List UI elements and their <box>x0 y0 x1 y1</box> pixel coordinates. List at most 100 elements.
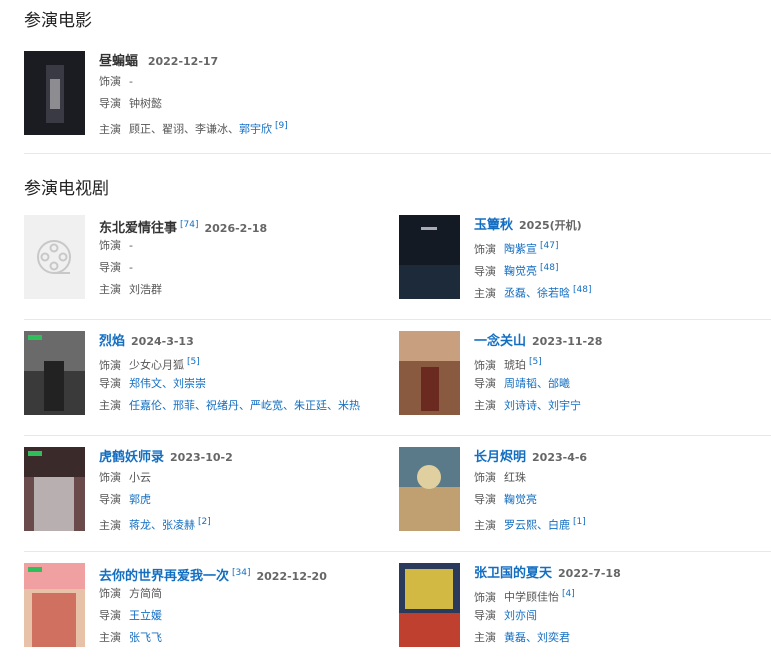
tv-date: 2022-7-18 <box>558 567 621 580</box>
role-value: 琥珀 <box>504 358 526 372</box>
cast-link[interactable]: 郭宇欣 <box>239 123 272 136</box>
director-link[interactable]: 王立媛 <box>129 609 162 622</box>
tv-date: 2023-11-28 <box>532 335 603 348</box>
movie-item: 昼蝙蝠 2022-12-17 饰演 - 导演 钟树懿 主演 顾正、翟诩、李谦冰、郭宇欣… <box>24 51 394 136</box>
tv-item: 一念关山 2023-11-28 饰演 琥珀 [5] 导演 周靖韬、邰曦 主演 刘诗诗、刘宇… <box>399 331 769 415</box>
director-label: 导演 <box>474 609 496 622</box>
cast-label: 主演 <box>474 631 496 644</box>
cast-value: 刘浩群 <box>129 283 162 296</box>
director-ref[interactable]: [48] <box>540 263 558 273</box>
role-ref[interactable]: [47] <box>540 241 558 251</box>
tv-date: 2023-10-2 <box>170 451 233 464</box>
role-value: - <box>129 75 133 88</box>
tv-title[interactable]: 烈焰 <box>99 334 125 349</box>
tv-item: 去你的世界再爱我一次 [34] 2022-12-20 饰演 方简简 导演 王立媛 主演张… <box>24 563 394 647</box>
role-value: 少女心月狐 <box>129 358 184 372</box>
cast-label: 主演 <box>99 631 121 644</box>
director-link[interactable]: 郭虎 <box>129 493 151 506</box>
role-value: - <box>129 239 133 252</box>
tv-item: 长月烬明 2023-4-6 饰演 红珠 导演 鞠觉亮 主演 罗云熙、白鹿 [1] <box>399 447 769 532</box>
role-label: 饰演 <box>99 75 121 88</box>
director-label: 导演 <box>99 261 121 274</box>
role-value: 小云 <box>129 471 151 484</box>
cast-link[interactable]: 丞磊、徐若晗 <box>504 287 570 300</box>
role-value: 红珠 <box>504 471 526 484</box>
tv-title[interactable]: 一念关山 <box>474 334 526 349</box>
director-link[interactable]: 鞠觉亮 <box>504 493 537 506</box>
director-link[interactable]: 刘亦闯 <box>504 609 537 622</box>
tv-poster[interactable] <box>24 563 85 647</box>
cast-ref[interactable]: [9] <box>275 121 288 131</box>
role-value: 方简简 <box>129 587 162 600</box>
tv-poster[interactable] <box>399 447 460 531</box>
tv-title[interactable]: 虎鹤妖师录 <box>99 450 164 465</box>
cast-ref[interactable]: [1] <box>573 517 586 527</box>
director-value: - <box>129 261 133 274</box>
divider <box>24 153 771 154</box>
divider <box>24 435 771 436</box>
director-label: 导演 <box>99 493 121 506</box>
tv-poster[interactable] <box>24 447 85 531</box>
role-link[interactable]: 陶紫宣 <box>504 243 537 256</box>
cast-label: 主演 <box>474 399 496 412</box>
director-link[interactable]: 鞠觉亮 <box>504 265 537 278</box>
director-value: 钟树懿 <box>129 97 162 110</box>
divider <box>24 319 771 320</box>
tv-poster[interactable] <box>399 331 460 415</box>
cast-value: 顾正、翟诩、李谦冰、 <box>129 122 239 136</box>
movies-section-title: 参演电影 <box>24 11 92 31</box>
director-link[interactable]: 周靖韬、邰曦 <box>504 377 570 390</box>
divider <box>24 551 771 552</box>
cast-ref[interactable]: [2] <box>198 517 211 527</box>
cast-label: 主演 <box>99 399 121 412</box>
role-ref[interactable]: [4] <box>562 589 575 599</box>
cast-label: 主演 <box>99 122 121 136</box>
tv-item: 张卫国的夏天 2022-7-18 饰演 中学顾佳怡 [4] 导演 刘亦闯 主演 黄磊、刘奕… <box>399 563 769 647</box>
tv-title[interactable]: 张卫国的夏天 <box>474 566 552 581</box>
tv-poster[interactable] <box>399 215 460 299</box>
tv-title[interactable]: 东北爱情往事 <box>99 221 177 236</box>
cast-link[interactable]: 刘诗诗、刘宇宁 <box>504 399 581 412</box>
cast-label: 主演 <box>99 518 121 532</box>
role-ref[interactable]: [5] <box>187 357 200 367</box>
cast-link[interactable]: 黄磊、刘奕君 <box>504 631 570 644</box>
director-label: 导演 <box>99 609 121 622</box>
director-link[interactable]: 郑伟文、刘崇崇 <box>129 377 206 390</box>
tv-item: 玉簟秋 2025(开机) 饰演 陶紫宣 [47] 导演 鞠觉亮 [48] 主演 丞磊、徐若晗… <box>399 215 769 300</box>
role-label: 饰演 <box>99 471 121 484</box>
cast-link[interactable]: 蒋龙、张凌赫 <box>129 519 195 532</box>
movie-poster[interactable] <box>24 51 85 135</box>
role-label: 饰演 <box>99 239 121 252</box>
title-ref[interactable]: [74] <box>180 220 198 230</box>
cast-label: 主演 <box>474 518 496 532</box>
cast-ref[interactable]: [48] <box>573 285 591 295</box>
tv-title[interactable]: 去你的世界再爱我一次 <box>99 569 229 584</box>
role-ref[interactable]: [5] <box>529 357 542 367</box>
tv-poster-placeholder[interactable] <box>24 215 85 299</box>
director-label: 导演 <box>474 377 496 390</box>
director-label: 导演 <box>99 377 121 390</box>
cast-link[interactable]: 任嘉伦、邢菲、祝绪丹、严屹宽、朱正廷、米热 <box>129 399 360 412</box>
cast-label: 主演 <box>99 283 121 296</box>
tv-title[interactable]: 长月烬明 <box>474 450 526 465</box>
cast-link[interactable]: 罗云熙、白鹿 <box>504 519 570 532</box>
tv-date: 2025(开机) <box>519 219 582 232</box>
tv-item: 东北爱情往事 [74] 2026-2-18 饰演 - 导演 - 主演 刘浩群 <box>24 215 394 299</box>
role-label: 饰演 <box>474 471 496 484</box>
tv-poster[interactable] <box>24 331 85 415</box>
role-label: 饰演 <box>99 587 121 600</box>
movie-date: 2022-12-17 <box>147 55 219 68</box>
movie-title[interactable]: 昼蝙蝠 <box>99 54 138 69</box>
film-reel-icon <box>37 240 71 274</box>
tv-date: 2023-4-6 <box>532 451 588 464</box>
tv-date: 2024-3-13 <box>131 335 194 348</box>
tv-title[interactable]: 玉簟秋 <box>474 218 513 233</box>
tv-date: 2022-12-20 <box>256 570 327 583</box>
tv-item: 烈焰 2024-3-13 饰演 少女心月狐 [5] 导演 郑伟文、刘崇崇 主演 任嘉伦、邢… <box>24 331 394 415</box>
title-ref[interactable]: [34] <box>232 568 250 578</box>
role-value: 中学顾佳怡 <box>504 590 559 604</box>
cast-link[interactable]: 张飞飞 <box>129 631 162 644</box>
cast-label: 主演 <box>474 286 496 300</box>
tv-poster[interactable] <box>399 563 460 647</box>
tv-date: 2026-2-18 <box>204 222 268 235</box>
